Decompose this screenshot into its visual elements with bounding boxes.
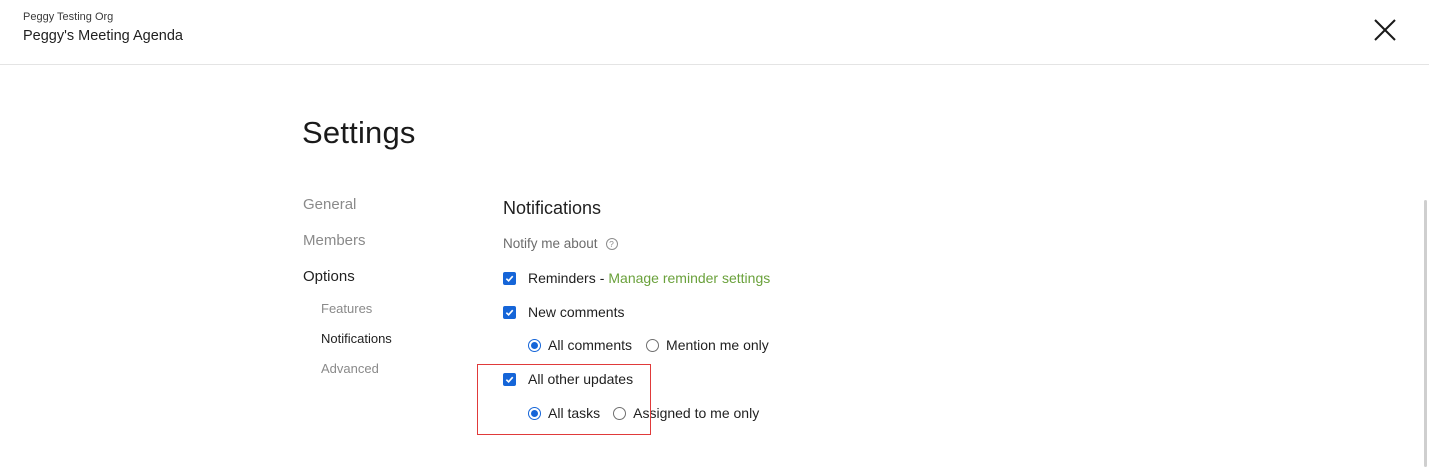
new-comments-label: New comments bbox=[528, 304, 625, 320]
nav-item-general[interactable]: General bbox=[303, 196, 356, 213]
new-comments-checkbox[interactable] bbox=[503, 305, 516, 319]
org-name: Peggy Testing Org bbox=[23, 11, 114, 23]
radio-mention-me-only-label: Mention me only bbox=[666, 337, 769, 353]
check-icon bbox=[505, 275, 514, 282]
nav-subitem-notifications[interactable]: Notifications bbox=[321, 331, 392, 346]
check-icon bbox=[505, 309, 514, 316]
radio-all-comments-control[interactable] bbox=[528, 338, 541, 352]
top-bar: Peggy Testing Org Peggy's Meeting Agenda bbox=[0, 0, 1429, 65]
reminders-label: Reminders bbox=[528, 270, 596, 286]
radio-assigned-to-me-only-label: Assigned to me only bbox=[633, 405, 760, 421]
new-comments-row: New comments bbox=[503, 304, 624, 320]
section-title: Notifications bbox=[503, 198, 602, 218]
notify-label: Notify me about ? bbox=[503, 236, 618, 251]
reminders-checkbox[interactable] bbox=[503, 271, 516, 285]
radio-all-comments[interactable]: All comments bbox=[528, 337, 632, 353]
help-circle-icon[interactable]: ? bbox=[605, 238, 618, 250]
nav-subitem-advanced[interactable]: Advanced bbox=[321, 361, 379, 376]
reminders-row: Reminders - Manage reminder settings bbox=[503, 270, 770, 286]
nav-subitem-features[interactable]: Features bbox=[321, 301, 372, 316]
close-button[interactable] bbox=[1371, 16, 1399, 44]
radio-all-comments-label: All comments bbox=[548, 337, 633, 353]
reminders-separator: - bbox=[599, 270, 605, 286]
notify-label-text: Notify me about bbox=[503, 236, 598, 251]
nav-item-members[interactable]: Members bbox=[303, 232, 366, 249]
highlight-box bbox=[477, 364, 651, 435]
close-icon bbox=[1374, 19, 1396, 41]
radio-mention-me-only-control[interactable] bbox=[646, 338, 660, 352]
page-title: Settings bbox=[302, 115, 416, 150]
scrollbar-thumb[interactable] bbox=[1424, 200, 1427, 467]
comments-radio-group: All comments Mention me only bbox=[528, 337, 769, 353]
manage-reminder-settings-link[interactable]: Manage reminder settings bbox=[608, 270, 770, 286]
board-title: Peggy's Meeting Agenda bbox=[23, 28, 183, 44]
radio-mention-me-only[interactable]: Mention me only bbox=[646, 337, 769, 353]
nav-item-options[interactable]: Options bbox=[303, 268, 355, 285]
